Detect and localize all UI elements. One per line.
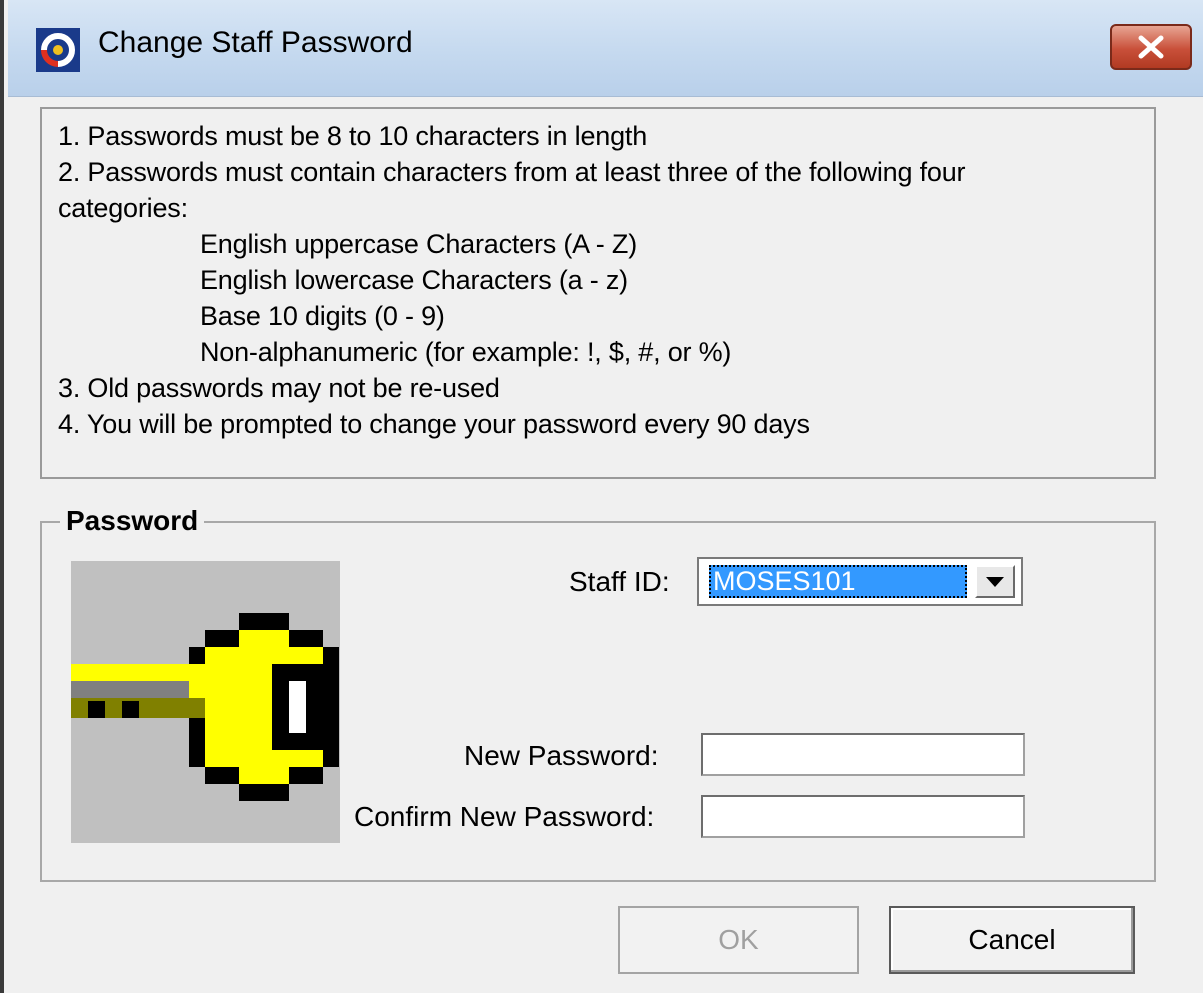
- category-non-alphanumeric: Non-alphanumeric (for example: !, $, #, …: [200, 337, 732, 367]
- rule-no-reuse: 3. Old passwords may not be re-used: [58, 373, 500, 403]
- confirm-password-field[interactable]: [701, 795, 1025, 838]
- staff-id-dropdown[interactable]: MOSES101: [697, 557, 1023, 606]
- password-rules-panel: 1. Passwords must be 8 to 10 characters …: [40, 107, 1156, 479]
- close-icon: [1138, 35, 1164, 59]
- new-password-label: New Password:: [464, 740, 659, 771]
- app-logo-icon: [36, 28, 80, 72]
- chevron-down-icon: [986, 576, 1004, 587]
- rule-categories-continued: categories:: [58, 193, 188, 223]
- title-bar[interactable]: Change Staff Password: [8, 0, 1203, 97]
- staff-id-value[interactable]: MOSES101: [709, 565, 967, 598]
- category-digits: Base 10 digits (0 - 9): [200, 301, 445, 331]
- change-staff-password-dialog: Change Staff Password 1. Passwords must …: [0, 0, 1203, 993]
- cancel-button[interactable]: Cancel: [889, 906, 1135, 974]
- key-icon: [71, 561, 340, 843]
- rule-categories: 2. Passwords must contain characters fro…: [58, 157, 966, 187]
- new-password-field[interactable]: [701, 733, 1025, 776]
- dropdown-arrow-button[interactable]: [975, 565, 1015, 598]
- rule-length: 1. Passwords must be 8 to 10 characters …: [58, 121, 648, 151]
- confirm-password-label: Confirm New Password:: [354, 801, 655, 832]
- staff-id-label: Staff ID:: [569, 566, 670, 597]
- rule-expiry: 4. You will be prompted to change your p…: [58, 409, 810, 439]
- close-button[interactable]: [1110, 24, 1192, 70]
- window-title: Change Staff Password: [98, 26, 413, 59]
- category-lowercase: English lowercase Characters (a - z): [200, 265, 628, 295]
- ok-button[interactable]: OK: [618, 906, 859, 974]
- password-group-legend: Password: [60, 505, 205, 537]
- category-uppercase: English uppercase Characters (A - Z): [200, 229, 637, 259]
